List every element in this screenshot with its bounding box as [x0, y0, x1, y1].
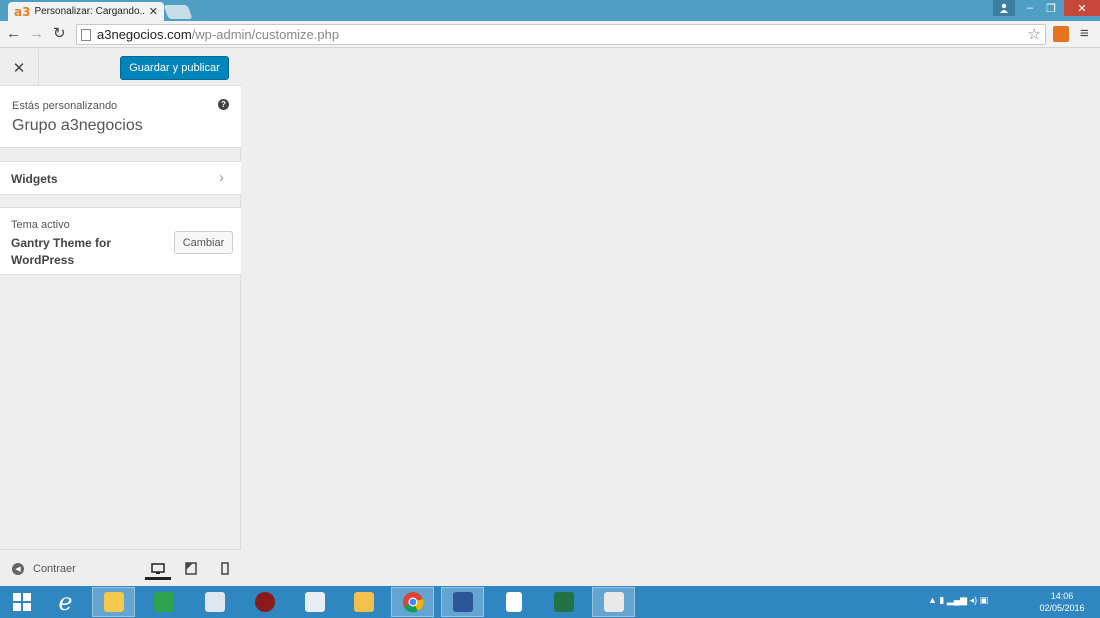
- windows-taskbar: e ▲ ▮ ▂▄▆ ◂) ▣ 14:06 02/05/2016: [0, 586, 1100, 618]
- extension-icon[interactable]: [1053, 26, 1069, 42]
- close-customizer-icon[interactable]: ✕: [0, 49, 39, 86]
- chevron-right-icon: ›: [219, 169, 224, 186]
- chrome-menu-icon[interactable]: ≡: [1080, 25, 1089, 42]
- address-bar[interactable]: a3negocios.com /wp-admin/customize.php ☆: [76, 24, 1046, 45]
- active-theme-section: Tema activo Gantry Theme for WordPress C…: [0, 207, 241, 275]
- app-red-icon[interactable]: [243, 587, 286, 617]
- browser-toolbar: ← → ↻ a3negocios.com /wp-admin/customize…: [0, 21, 1100, 48]
- tab-title: Personalizar: Cargando...: [34, 6, 145, 17]
- system-tray-icons[interactable]: ▲ ▮ ▂▄▆ ◂) ▣: [928, 595, 988, 606]
- help-icon[interactable]: ?: [218, 99, 229, 110]
- close-window-icon[interactable]: ✕: [1064, 0, 1100, 16]
- tablet-preview-icon[interactable]: [182, 560, 200, 576]
- app-window-icon[interactable]: [293, 587, 336, 617]
- site-title: Grupo a3negocios: [12, 117, 143, 134]
- windows-start-icon[interactable]: [0, 587, 43, 617]
- customizer-panel: ✕ Guardar y publicar Estás personalizand…: [0, 49, 241, 586]
- mobile-preview-icon[interactable]: [216, 560, 234, 576]
- user-profile-icon[interactable]: [993, 0, 1015, 16]
- theme-label: Tema activo: [11, 219, 70, 231]
- url-path: /wp-admin/customize.php: [191, 27, 340, 42]
- save-publish-button[interactable]: Guardar y publicar: [120, 56, 229, 80]
- store-icon[interactable]: [142, 587, 185, 617]
- file-explorer-icon[interactable]: [92, 587, 135, 617]
- reload-icon[interactable]: ↻: [53, 25, 66, 43]
- close-tab-icon[interactable]: ✕: [149, 5, 158, 18]
- theme-name: Gantry Theme for WordPress: [11, 236, 112, 267]
- excel-icon[interactable]: [542, 587, 585, 617]
- browser-tab[interactable]: a3 Personalizar: Cargando... ✕: [8, 2, 164, 21]
- clock-time: 14:06: [1050, 591, 1074, 601]
- url-host: a3negocios.com: [97, 27, 192, 42]
- outlook-icon[interactable]: [342, 587, 385, 617]
- browser-titlebar: a3 Personalizar: Cargando... ✕ – ❐ ✕: [0, 0, 1100, 21]
- site-preview-area: [242, 49, 1100, 586]
- back-arrow-icon[interactable]: ←: [6, 25, 21, 43]
- document-icon[interactable]: [492, 587, 535, 617]
- forward-arrow-icon[interactable]: →: [29, 25, 44, 43]
- chrome-icon[interactable]: [391, 587, 434, 617]
- customizer-info: Estás personalizando Grupo a3negocios ?: [0, 86, 241, 148]
- tools-app-icon[interactable]: [592, 587, 635, 617]
- bookmark-star-icon[interactable]: ☆: [1028, 25, 1041, 43]
- section-widgets[interactable]: Widgets ›: [0, 161, 241, 195]
- internet-explorer-icon[interactable]: e: [44, 587, 87, 617]
- customizer-header: ✕ Guardar y publicar: [0, 49, 241, 86]
- collapse-arrow-icon[interactable]: ◀: [12, 563, 24, 575]
- customizer-footer: ◀ Contraer: [0, 549, 241, 586]
- info-label: Estás personalizando: [12, 100, 118, 112]
- taskbar-clock[interactable]: 14:06 02/05/2016: [1034, 590, 1090, 614]
- word-icon[interactable]: [441, 587, 484, 617]
- remote-desktop-icon[interactable]: [193, 587, 236, 617]
- collapse-label[interactable]: Contraer: [33, 563, 76, 575]
- clock-date: 02/05/2016: [1039, 603, 1085, 613]
- widgets-label: Widgets: [11, 172, 58, 186]
- new-tab-button[interactable]: [163, 5, 193, 19]
- minimize-window-icon[interactable]: –: [1019, 0, 1041, 16]
- page-icon: [81, 28, 91, 41]
- desktop-preview-icon[interactable]: [145, 560, 171, 580]
- change-theme-button[interactable]: Cambiar: [174, 231, 233, 254]
- site-favicon: a3: [14, 4, 31, 19]
- restore-window-icon[interactable]: ❐: [1040, 0, 1062, 16]
